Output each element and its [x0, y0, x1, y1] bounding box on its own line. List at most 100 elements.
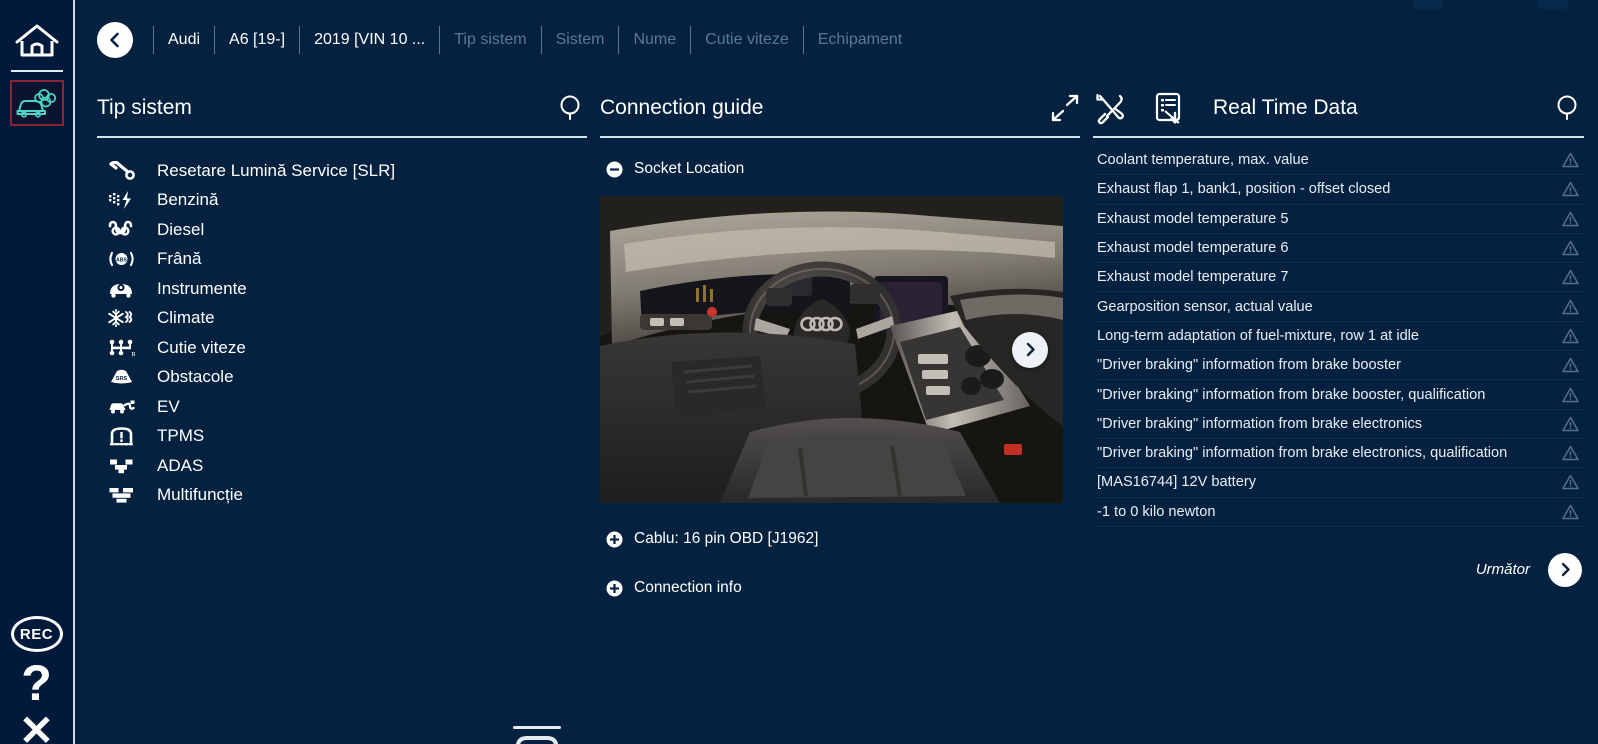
plus-circle-icon[interactable]	[600, 580, 628, 597]
real-time-data-list: Coolant temperature, max. value Exhaust …	[1093, 138, 1584, 527]
sidebar-item-gearbox[interactable]: R Cutie viteze	[97, 333, 587, 363]
breadcrumb-item-system[interactable]: Sistem	[540, 26, 619, 54]
rtd-parameter-label: Exhaust model temperature 7	[1097, 269, 1289, 286]
socket-location-label: Socket Location	[634, 160, 745, 177]
search-icon[interactable]	[557, 93, 587, 123]
main-area: Audi A6 [19-] 2019 [VIN 10 ... Tip siste…	[75, 0, 1598, 744]
system-item-label: Multifuncție	[157, 485, 243, 505]
help-icon[interactable]: ?	[21, 658, 52, 708]
next-button[interactable]	[1548, 552, 1582, 587]
system-item-label: Instrumente	[157, 278, 247, 298]
warning-triangle-icon[interactable]	[1556, 181, 1584, 197]
sidebar-item-petrol[interactable]: Benzină	[97, 186, 587, 216]
breadcrumb-item-model[interactable]: A6 [19-]	[214, 26, 299, 54]
back-button[interactable]	[97, 22, 133, 58]
next-label: Următor	[1475, 561, 1530, 579]
breadcrumb-item-system-type[interactable]: Tip sistem	[439, 26, 540, 54]
warning-triangle-icon[interactable]	[1556, 240, 1584, 256]
table-row[interactable]: Long-term adaptation of fuel-mixture, ro…	[1093, 322, 1584, 352]
table-row[interactable]: Exhaust model temperature 7	[1093, 263, 1584, 293]
breadcrumb-item-equipment[interactable]: Echipament	[802, 26, 917, 54]
connection-info-label: Connection info	[634, 579, 742, 596]
sidebar-item-multifunction[interactable]: Multifuncție	[97, 481, 587, 511]
table-row[interactable]: "Driver braking" information from brake …	[1093, 439, 1584, 469]
table-row[interactable]: Exhaust flap 1, bank1, position - offset…	[1093, 175, 1584, 205]
petrol-engine-icon	[97, 190, 145, 210]
table-row[interactable]: -1 to 0 kilo newton	[1093, 498, 1584, 527]
table-row[interactable]: Coolant temperature, max. value	[1093, 146, 1584, 176]
instrument-cluster-icon	[97, 279, 145, 299]
warning-triangle-icon[interactable]	[1556, 269, 1584, 285]
warning-triangle-icon[interactable]	[1556, 299, 1584, 315]
warning-triangle-icon[interactable]	[1556, 328, 1584, 344]
gearbox-icon: R	[97, 338, 145, 358]
cable-section[interactable]: Cablu: 16 pin OBD [J1962]	[600, 530, 1080, 548]
tpms-icon	[97, 426, 145, 446]
rail-divider	[10, 70, 63, 72]
breadcrumb-item-make[interactable]: Audi	[153, 26, 214, 54]
home-icon[interactable]	[11, 16, 63, 68]
table-row[interactable]: Gearposition sensor, actual value	[1093, 292, 1584, 322]
warning-triangle-icon[interactable]	[1556, 152, 1584, 168]
table-row[interactable]: Exhaust model temperature 6	[1093, 234, 1584, 264]
table-row[interactable]: "Driver braking" information from brake …	[1093, 351, 1584, 381]
system-item-label: Frână	[157, 249, 202, 269]
breadcrumb-item-name[interactable]: Nume	[618, 26, 690, 54]
breadcrumb-item-gearbox[interactable]: Cutie viteze	[690, 26, 803, 54]
sidebar-item-emissions[interactable]	[9, 80, 64, 126]
system-item-label: Diesel	[157, 219, 205, 239]
breadcrumb-item-year-vin[interactable]: 2019 [VIN 10 ...	[299, 26, 439, 54]
warning-triangle-icon[interactable]	[1556, 474, 1584, 490]
minus-circle-icon[interactable]	[600, 161, 628, 178]
app-window: REC ? ✕ Audi A6 [19-] 2019 [VIN 10 ... T…	[0, 0, 1598, 744]
warning-triangle-icon[interactable]	[1556, 504, 1584, 520]
sidebar-item-obstacles[interactable]: SRS Obstacole	[97, 363, 587, 393]
abs-brake-icon: ABS	[97, 249, 145, 269]
sidebar-item-adas[interactable]: ADAS	[97, 451, 587, 481]
sidebar-item-tpms[interactable]: TPMS	[97, 422, 587, 452]
close-icon[interactable]: ✕	[19, 714, 54, 744]
top-ghost-elements	[1413, 0, 1568, 9]
warning-triangle-icon[interactable]	[1556, 416, 1584, 432]
carousel-next-button[interactable]	[1012, 331, 1048, 368]
system-item-label: Obstacole	[157, 367, 234, 387]
left-rail: REC ? ✕	[0, 0, 75, 744]
sidebar-item-diesel[interactable]: Diesel	[97, 215, 587, 245]
table-row[interactable]: [MAS16744] 12V battery	[1093, 468, 1584, 498]
ghost-element	[1413, 0, 1443, 9]
srs-airbag-icon: SRS	[97, 367, 145, 387]
sidebar-item-brake[interactable]: ABS Frână	[97, 245, 587, 275]
save-report-icon[interactable]	[1153, 91, 1185, 125]
table-row[interactable]: "Driver braking" information from brake …	[1093, 380, 1584, 410]
content-columns: Tip sistem Resetare Lumină Service [SLR]…	[75, 80, 1598, 744]
plus-circle-icon[interactable]	[600, 531, 628, 548]
record-button[interactable]: REC	[10, 616, 63, 652]
warning-triangle-icon[interactable]	[1556, 445, 1584, 461]
sidebar-item-service-light-reset[interactable]: Resetare Lumină Service [SLR]	[97, 156, 587, 186]
expand-diagonal-icon[interactable]	[1050, 93, 1080, 123]
diesel-engine-icon	[97, 220, 145, 240]
electric-vehicle-icon	[97, 397, 145, 417]
search-icon[interactable]	[1554, 93, 1584, 123]
system-type-list: Resetare Lumină Service [SLR] Benzină Di…	[97, 138, 587, 510]
rtd-footer: Următor	[1093, 552, 1584, 587]
system-item-label: Resetare Lumină Service [SLR]	[157, 160, 396, 180]
tools-wrench-screwdriver-icon[interactable]	[1093, 91, 1127, 125]
warning-triangle-icon[interactable]	[1556, 387, 1584, 403]
connection-guide-header: Connection guide	[600, 80, 1080, 138]
table-row[interactable]: Exhaust model temperature 5	[1093, 205, 1584, 234]
vehicle-status-icon[interactable]	[507, 718, 567, 744]
multifunction-icon	[97, 485, 145, 505]
socket-location-section[interactable]: Socket Location	[600, 160, 1080, 178]
rtd-parameter-label: Coolant temperature, max. value	[1097, 152, 1309, 169]
table-row[interactable]: "Driver braking" information from brake …	[1093, 410, 1584, 439]
sidebar-item-climate[interactable]: Climate	[97, 304, 587, 334]
svg-text:ABS: ABS	[116, 258, 127, 264]
sidebar-item-ev[interactable]: EV	[97, 392, 587, 422]
warning-triangle-icon[interactable]	[1556, 357, 1584, 373]
connection-guide-title: Connection guide	[600, 96, 764, 119]
sidebar-item-instruments[interactable]: Instrumente	[97, 274, 587, 304]
warning-triangle-icon[interactable]	[1556, 211, 1584, 227]
rtd-parameter-label: Long-term adaptation of fuel-mixture, ro…	[1097, 327, 1420, 344]
connection-info-section[interactable]: Connection info	[600, 579, 1080, 597]
